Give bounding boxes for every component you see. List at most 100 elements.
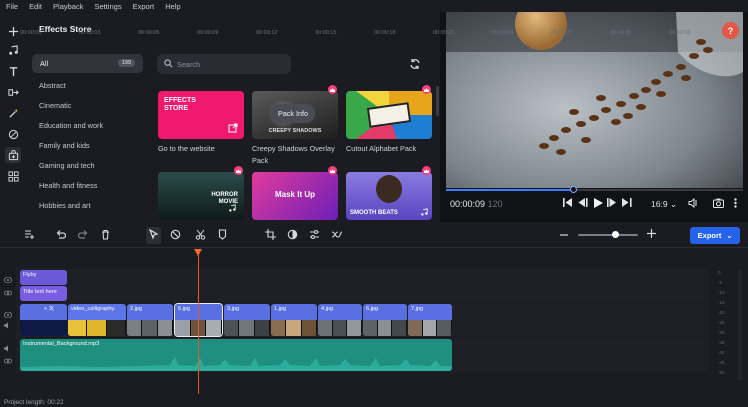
delete-icon[interactable] xyxy=(100,229,111,242)
filters-icon[interactable] xyxy=(5,126,21,142)
card-mask-it-up[interactable]: Mask It Up xyxy=(252,172,338,220)
category-gaming[interactable]: Gaming and tech xyxy=(39,161,95,170)
more-tools-icon[interactable] xyxy=(5,168,21,184)
effects-store-panel: Effects Store All 199 Abstract Cinematic… xyxy=(26,12,440,222)
music-icon[interactable] xyxy=(5,42,21,58)
image-clip-3[interactable]: 3.jpg xyxy=(224,304,270,336)
category-health[interactable]: Health and fitness xyxy=(39,181,97,190)
image-clip-2[interactable]: 2.jpg xyxy=(127,304,173,336)
cut-scissors-icon[interactable] xyxy=(195,229,206,242)
external-link-icon xyxy=(228,123,238,133)
volume-icon[interactable] xyxy=(4,345,12,354)
play-icon[interactable] xyxy=(593,198,603,210)
meter-label: 0 xyxy=(718,270,721,275)
card-caption-creepy-shadows[interactable]: Creepy Shadows Overlay Pack xyxy=(252,143,342,167)
text-track[interactable] xyxy=(16,268,710,302)
card-cutout-alphabet[interactable] xyxy=(346,91,432,139)
transitions-icon[interactable] xyxy=(5,84,21,100)
meter-label: -40 xyxy=(718,350,725,355)
zoom-in-icon[interactable] xyxy=(647,229,656,240)
text-clip-title[interactable]: Title text here xyxy=(20,286,67,301)
volume-icon[interactable] xyxy=(688,197,698,210)
link-icon[interactable] xyxy=(4,357,12,366)
color-adjust-icon[interactable] xyxy=(287,229,298,242)
image-clip-7[interactable]: 7.jpg xyxy=(408,304,452,336)
timeline-toolbar: Export ⌄ xyxy=(0,222,748,248)
aspect-ratio-select[interactable]: 16:9 ⌄ xyxy=(651,199,677,210)
timeline-ruler[interactable]: 00:00:00 00:00:03 00:00:06 00:00:09 00:0… xyxy=(16,28,710,42)
link-icon[interactable] xyxy=(4,289,12,298)
zoom-slider-knob[interactable] xyxy=(611,231,619,238)
category-family[interactable]: Family and kids xyxy=(39,141,90,150)
eye-icon[interactable] xyxy=(3,276,13,285)
menu-settings[interactable]: Settings xyxy=(94,2,121,11)
card-effects-store[interactable]: EFFECTS STORE xyxy=(158,91,244,139)
zoom-slider[interactable] xyxy=(578,231,638,238)
export-button[interactable]: Export ⌄ xyxy=(690,227,740,244)
clip-label: 6.jpg xyxy=(366,306,379,312)
clip-thumbnails xyxy=(20,320,67,336)
previous-frame-icon[interactable] xyxy=(578,198,588,209)
ruler-label: 00:00:33 xyxy=(669,30,691,36)
search-input[interactable] xyxy=(177,57,285,71)
category-cinematic[interactable]: Cinematic xyxy=(39,101,71,110)
card-smooth-beats[interactable]: SMOOTH BEATS xyxy=(346,172,432,220)
crop-icon[interactable] xyxy=(265,229,276,242)
category-abstract[interactable]: Abstract xyxy=(39,81,66,90)
transition-link-icon[interactable] xyxy=(331,229,343,242)
video-clip-group[interactable]: + 3( xyxy=(20,304,67,336)
snapshot-camera-icon[interactable] xyxy=(713,198,724,210)
video-clip-calligraphy[interactable]: video_calligraphy. xyxy=(68,304,126,336)
menu-file[interactable]: File xyxy=(6,2,18,11)
image-clip-4[interactable]: 4.jpg xyxy=(318,304,362,336)
category-education[interactable]: Education and work xyxy=(39,121,103,130)
clip-thumbnails xyxy=(363,320,407,336)
redo-icon[interactable] xyxy=(77,229,89,242)
disable-icon[interactable] xyxy=(170,229,181,242)
help-button[interactable]: ? xyxy=(722,22,739,39)
menu-playback[interactable]: Playback xyxy=(53,2,83,11)
go-to-start-icon[interactable] xyxy=(563,198,573,209)
category-all[interactable]: All 199 xyxy=(32,54,143,73)
audio-clip[interactable]: Instrumental_Background.mp3 xyxy=(20,339,452,371)
card-caption-website[interactable]: Go to the website xyxy=(158,143,215,155)
menu-help[interactable]: Help xyxy=(165,2,180,11)
zoom-out-icon[interactable] xyxy=(560,231,568,241)
text-clip-flyby[interactable]: Flyby xyxy=(20,270,67,285)
search-box xyxy=(157,54,291,74)
refresh-icon[interactable] xyxy=(409,58,421,72)
more-options-icon[interactable] xyxy=(734,198,737,210)
preview-progress-bar[interactable] xyxy=(446,186,743,193)
eye-icon[interactable] xyxy=(3,311,13,320)
go-to-end-icon[interactable] xyxy=(622,198,632,209)
marker-icon[interactable] xyxy=(217,229,228,242)
image-clip-6[interactable]: 6.jpg xyxy=(363,304,407,336)
project-length: Project length: 00:22 xyxy=(4,399,64,406)
clip-thumbnails xyxy=(224,320,270,336)
category-count-badge: 199 xyxy=(117,59,135,67)
meter-label: -5 xyxy=(718,280,723,285)
card-caption-cutout-alphabet[interactable]: Cutout Alphabet Pack xyxy=(346,143,416,155)
undo-icon[interactable] xyxy=(55,229,67,242)
magic-wand-icon[interactable] xyxy=(5,105,21,121)
add-track-icon[interactable] xyxy=(24,229,35,242)
playhead-handle[interactable] xyxy=(194,249,202,256)
playhead[interactable] xyxy=(198,250,199,394)
card-horror-movie[interactable]: HORROR MOVIE xyxy=(158,172,244,220)
effects-store-icon[interactable] xyxy=(5,147,21,163)
category-hobbies[interactable]: Hobbies and art xyxy=(39,201,91,210)
menu-edit[interactable]: Edit xyxy=(29,2,42,11)
select-cursor-icon[interactable] xyxy=(146,227,161,244)
ruler-label: 00:00:30 xyxy=(610,30,632,36)
menu-export[interactable]: Export xyxy=(133,2,155,11)
volume-icon[interactable] xyxy=(4,322,12,331)
settings-sliders-icon[interactable] xyxy=(309,229,320,242)
card-art xyxy=(376,175,402,203)
next-frame-icon[interactable] xyxy=(607,198,617,209)
progress-fill xyxy=(446,189,574,191)
image-clip-1[interactable]: 1.jpg xyxy=(271,304,317,336)
chevron-down-icon: ⌄ xyxy=(726,232,733,240)
store-scrollbar[interactable] xyxy=(436,86,439,116)
text-icon[interactable] xyxy=(5,63,21,79)
premium-crown-icon xyxy=(422,85,431,94)
